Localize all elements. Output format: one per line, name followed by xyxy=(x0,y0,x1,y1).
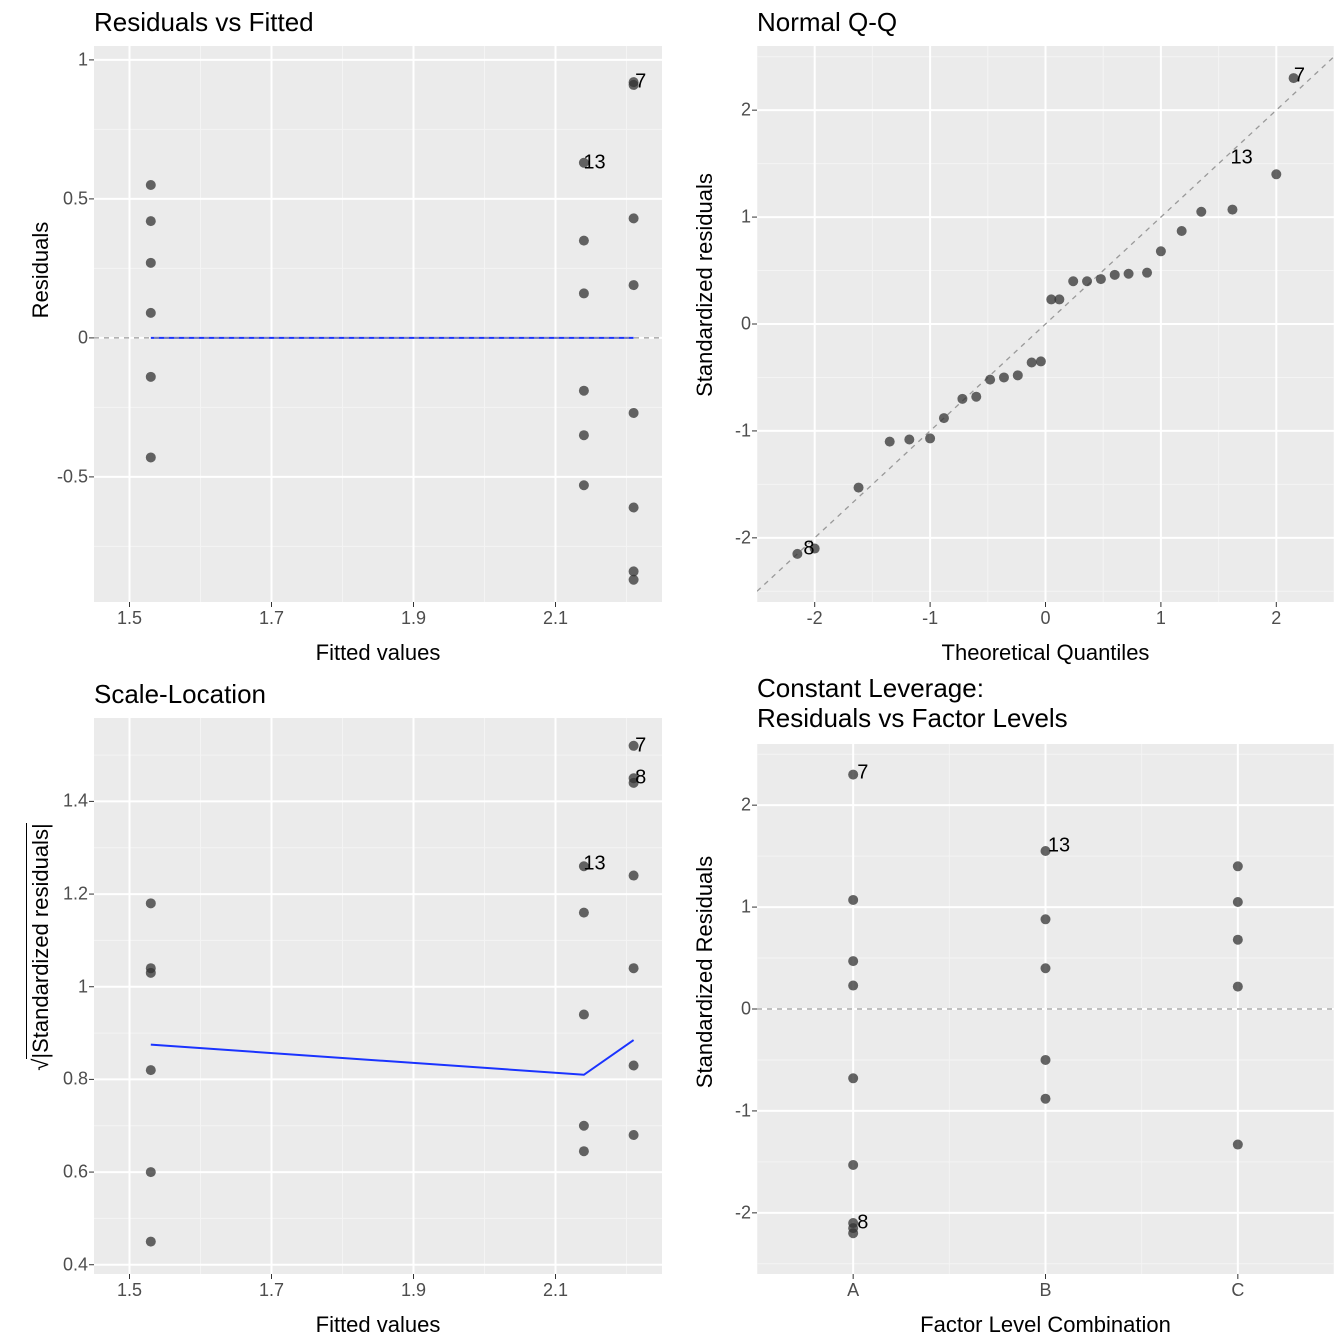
y-tick-label: 1.4 xyxy=(52,791,88,812)
point-annotation: 13 xyxy=(1048,834,1070,857)
y-tick-label: 0.8 xyxy=(52,1069,88,1090)
y-tick-label: 2 xyxy=(715,100,751,121)
y-tick-label: -2 xyxy=(715,527,751,548)
y-tick-label: -2 xyxy=(715,1202,751,1223)
y-tick-label: -1 xyxy=(715,420,751,441)
x-tick-label: 1.9 xyxy=(401,608,426,629)
x-tick-label: 1.5 xyxy=(117,608,142,629)
plot-area xyxy=(94,46,662,602)
point-annotation: 13 xyxy=(583,151,605,174)
x-tick-label: 2 xyxy=(1271,608,1281,629)
chart-title: Normal Q-Q xyxy=(757,8,897,38)
y-tick-label: 1 xyxy=(52,49,88,70)
x-axis-label: Theoretical Quantiles xyxy=(757,640,1334,666)
y-tick-label: 0 xyxy=(52,327,88,348)
point-annotation: 8 xyxy=(803,537,814,560)
chart-title: Scale-Location xyxy=(94,680,266,710)
panel-residuals-vs-fitted: Residuals vs Fitted 1.5 1.7 1.9 2.1 -0.5 0 0.5 1… xyxy=(0,0,672,672)
plot-svg xyxy=(757,46,1334,602)
point-annotation: 13 xyxy=(583,852,605,875)
y-tick-label: 0.4 xyxy=(52,1254,88,1275)
point-annotation: 13 xyxy=(1231,147,1253,170)
plot-area xyxy=(94,718,662,1274)
y-tick-label: -1 xyxy=(715,1100,751,1121)
y-axis-label: Residuals xyxy=(28,120,54,420)
plot-svg xyxy=(94,46,662,602)
x-tick-label: -1 xyxy=(922,608,938,629)
panel-scale-location: Scale-Location 1.5 1.7 1.9 2.1 0.4 0.6 0.8 1 1.2 1… xyxy=(0,672,672,1344)
y-tick-label: 0.5 xyxy=(52,188,88,209)
y-tick-label: 1.2 xyxy=(52,884,88,905)
x-tick-label: B xyxy=(1039,1280,1051,1301)
x-tick-label: 0 xyxy=(1040,608,1050,629)
x-tick-label: 2.1 xyxy=(543,608,568,629)
y-tick-label: 0 xyxy=(715,314,751,335)
plot-area xyxy=(757,744,1334,1274)
x-tick-label: 1.9 xyxy=(401,1280,426,1301)
y-tick-label: 0 xyxy=(715,999,751,1020)
x-tick-label: C xyxy=(1231,1280,1244,1301)
panel-constant-leverage: Constant Leverage: Residuals vs Factor L… xyxy=(672,672,1344,1344)
x-tick-label: 2.1 xyxy=(543,1280,568,1301)
x-tick-label: 1.5 xyxy=(117,1280,142,1301)
x-tick-label: A xyxy=(847,1280,859,1301)
point-annotation: 7 xyxy=(635,734,646,757)
y-tick-label: 1 xyxy=(52,976,88,997)
x-tick-label: 1.7 xyxy=(259,608,284,629)
panel-normal-qq: Normal Q-Q -2 -1 0 1 2 -2 -1 0 1 2 Theoretical Quan… xyxy=(672,0,1344,672)
x-tick-label: 1 xyxy=(1156,608,1166,629)
y-tick-label: 0.6 xyxy=(52,1162,88,1183)
x-tick-label: -2 xyxy=(807,608,823,629)
chart-title: Residuals vs Fitted xyxy=(94,8,314,38)
point-annotation: 7 xyxy=(1294,64,1305,87)
x-axis-label: Factor Level Combination xyxy=(757,1312,1334,1338)
x-axis-label: Fitted values xyxy=(94,640,662,666)
y-axis-label: √|Standardized residuals| xyxy=(28,762,54,1132)
plot-area xyxy=(757,46,1334,602)
x-axis-label: Fitted values xyxy=(94,1312,662,1338)
plot-svg xyxy=(757,744,1334,1274)
plot-svg xyxy=(94,718,662,1274)
x-tick-label: 1.7 xyxy=(259,1280,284,1301)
point-annotation: 8 xyxy=(635,767,646,790)
y-tick-label: 1 xyxy=(715,897,751,918)
y-tick-label: 1 xyxy=(715,207,751,228)
point-annotation: 8 xyxy=(857,1212,868,1235)
y-axis-label: Standardized residuals xyxy=(692,110,718,460)
y-tick-label: -0.5 xyxy=(52,466,88,487)
point-annotation: 7 xyxy=(857,761,868,784)
diagnostic-plots-grid: Residuals vs Fitted 1.5 1.7 1.9 2.1 -0.5 0 0.5 1… xyxy=(0,0,1344,1344)
y-tick-label: 2 xyxy=(715,795,751,816)
chart-title: Constant Leverage: Residuals vs Factor L… xyxy=(757,674,1068,734)
y-axis-label: Standardized Residuals xyxy=(692,792,718,1152)
point-annotation: 7 xyxy=(635,71,646,94)
